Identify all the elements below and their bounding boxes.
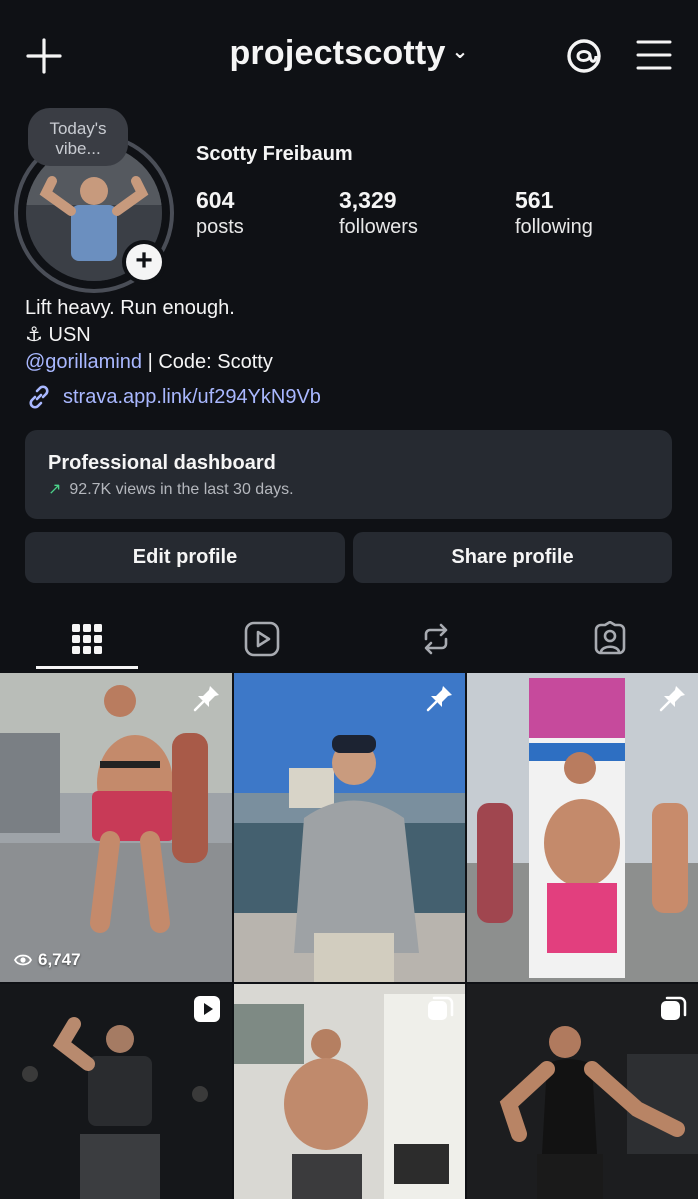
tab-reposts[interactable] (386, 606, 486, 672)
following-stat[interactable]: 561 following (515, 186, 593, 240)
reel-icon (194, 996, 220, 1022)
edit-profile-button[interactable]: Edit profile (25, 532, 345, 583)
trend-up-icon: ↗ (48, 481, 62, 498)
pin-icon (193, 686, 219, 712)
full-name: Scotty Freibaum (196, 143, 353, 165)
followers-count: 3,329 (339, 187, 397, 213)
share-profile-button[interactable]: Share profile (353, 532, 672, 583)
post-thumbnail[interactable] (467, 673, 698, 982)
tab-reels[interactable] (212, 606, 312, 672)
post-photo (467, 673, 698, 982)
mention-link[interactable]: @gorillamind (25, 351, 142, 373)
dashboard-views: 92.7K views in the last 30 days. (69, 481, 294, 498)
hamburger-menu-icon[interactable] (634, 38, 674, 72)
bio-line: @gorillamind | Code: Scotty (25, 349, 273, 376)
followers-stat[interactable]: 3,329 followers (339, 186, 418, 240)
views-icon (14, 954, 32, 966)
profile-tabs (0, 606, 698, 672)
grid-icon (72, 624, 102, 654)
external-link[interactable]: strava.app.link/uf294YkN9Vb (25, 383, 321, 411)
post-thumbnail[interactable] (234, 673, 465, 982)
view-count-text: 6,747 (38, 950, 81, 969)
threads-icon[interactable] (562, 34, 606, 78)
bio-line: Lift heavy. Run enough. (25, 297, 235, 319)
link-icon (29, 385, 49, 409)
pin-icon (426, 686, 452, 712)
username: projectscotty (229, 34, 446, 72)
post-photo (234, 673, 465, 982)
plus-icon: + (126, 244, 162, 280)
dashboard-subtitle: ↗ 92.7K views in the last 30 days. (48, 479, 649, 499)
bio-line: ⚓ USN (25, 322, 273, 349)
following-label: following (515, 216, 593, 238)
dashboard-title: Professional dashboard (48, 452, 276, 474)
view-count: 6,747 (14, 950, 81, 970)
tab-grid[interactable] (37, 606, 137, 672)
pin-icon (659, 686, 685, 712)
chevron-down-icon: ⌄ (451, 40, 469, 63)
bio-text: | Code: Scotty (142, 351, 273, 373)
following-count: 561 (515, 187, 554, 213)
active-tab-indicator (36, 666, 138, 669)
note-bubble[interactable]: Today's vibe... (28, 108, 128, 166)
tab-tagged[interactable] (560, 606, 660, 672)
anchor-icon: ⚓ (25, 324, 43, 346)
posts-grid: 6,747 (0, 673, 698, 1199)
link-text: strava.app.link/uf294YkN9Vb (63, 385, 321, 408)
carousel-icon (661, 996, 687, 1020)
tagged-icon (594, 621, 626, 655)
carousel-icon (428, 996, 454, 1020)
post-photo (0, 673, 232, 982)
add-story-button[interactable]: + (122, 240, 166, 284)
reels-icon (244, 621, 280, 657)
top-bar: projectscotty ⌄ (0, 0, 698, 110)
post-thumbnail[interactable]: 6,747 (0, 673, 232, 982)
post-thumbnail[interactable] (234, 984, 465, 1199)
posts-label: posts (196, 216, 244, 238)
followers-label: followers (339, 216, 418, 238)
posts-stat[interactable]: 604 posts (196, 186, 244, 240)
reposts-icon (424, 623, 448, 655)
post-thumbnail[interactable] (0, 984, 232, 1199)
bio-text: USN (48, 324, 91, 346)
professional-dashboard[interactable]: Professional dashboard ↗ 92.7K views in t… (25, 430, 672, 519)
post-thumbnail[interactable] (467, 984, 698, 1199)
bio: Lift heavy. Run enough. ⚓ USN @gorillami… (25, 295, 273, 376)
posts-count: 604 (196, 187, 235, 213)
